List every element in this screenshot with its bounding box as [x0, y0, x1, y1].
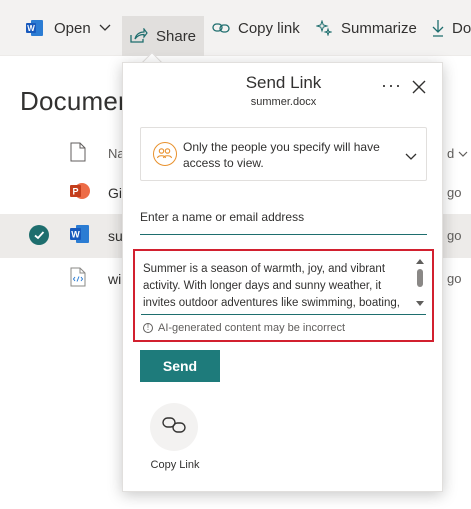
download-label: Dow [452, 19, 471, 37]
code-file-icon [70, 267, 86, 292]
file-type-icon [70, 142, 86, 167]
modified-value: go [447, 271, 462, 286]
recipient-input[interactable] [140, 205, 427, 235]
link-icon [162, 416, 186, 439]
modified-value: go [447, 228, 462, 243]
dialog-filename: summer.docx [250, 96, 317, 108]
word-icon: W [26, 19, 44, 37]
open-button[interactable]: W Open [26, 14, 111, 42]
share-button[interactable]: Share [122, 16, 205, 56]
ai-disclaimer-text: AI-generated content may be incorrect [158, 322, 346, 334]
share-icon [130, 28, 148, 44]
file-name[interactable]: Gi [108, 185, 122, 201]
chevron-down-icon [99, 24, 111, 32]
copy-link-option[interactable] [150, 403, 198, 451]
message-text: Summer is a season of warmth, joy, and v… [143, 263, 400, 309]
modified-column-header[interactable]: d [447, 146, 468, 161]
copy-link-label: Copy link [238, 19, 300, 37]
message-highlight: Summer is a season of warmth, joy, and v… [133, 249, 434, 342]
download-icon [432, 19, 444, 37]
share-label: Share [156, 27, 197, 45]
copy-link-label: Copy Link [150, 459, 200, 471]
permission-text: Only the people you specify will have ac… [183, 140, 380, 170]
command-bar: W Open Share Copy link Summarize Dow [0, 0, 471, 56]
copy-link-button[interactable]: Copy link [212, 14, 300, 42]
download-button[interactable]: Dow [432, 14, 471, 42]
message-field[interactable]: Summer is a season of warmth, joy, and v… [141, 257, 426, 315]
modified-value: go [447, 185, 462, 200]
powerpoint-icon: P [70, 181, 90, 206]
scroll-up-arrow[interactable] [416, 259, 424, 264]
scrollbar-thumb[interactable] [417, 269, 423, 287]
open-label: Open [54, 19, 91, 37]
close-icon [412, 80, 426, 98]
more-options-button[interactable]: ··· [381, 75, 402, 96]
svg-text:W: W [27, 24, 35, 33]
people-icon [153, 142, 177, 166]
send-button[interactable]: Send [140, 350, 220, 382]
summarize-label: Summarize [341, 19, 417, 37]
send-link-dialog: Send Link summer.docx ··· Only the peopl… [122, 62, 443, 492]
selected-check-icon[interactable] [29, 225, 49, 245]
close-button[interactable] [412, 80, 426, 99]
info-icon: ! [143, 323, 153, 333]
chevron-down-icon [405, 148, 417, 166]
svg-text:W: W [71, 230, 80, 240]
file-name[interactable]: su [108, 228, 123, 244]
file-name[interactable]: wi [108, 271, 121, 287]
permission-selector[interactable]: Only the people you specify will have ac… [140, 127, 427, 181]
summarize-button[interactable]: Summarize [316, 14, 417, 42]
word-icon: W [70, 224, 90, 249]
ai-disclaimer: ! AI-generated content may be incorrect [143, 322, 345, 334]
scroll-down-arrow[interactable] [416, 301, 424, 306]
svg-text:P: P [72, 187, 78, 197]
page-title: Documer [20, 86, 127, 116]
link-icon [212, 22, 230, 34]
sparkle-icon [316, 20, 332, 36]
